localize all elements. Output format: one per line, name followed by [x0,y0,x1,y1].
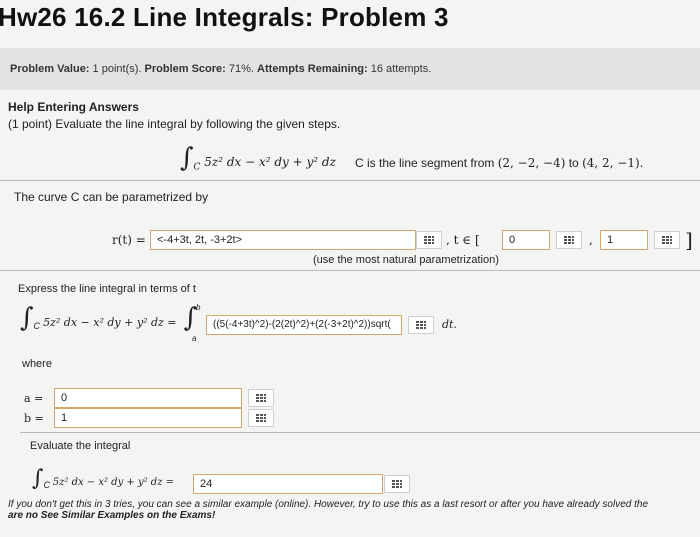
evaluate-integrand: 5z² dx − x² dy + y² dz = [52,477,175,488]
divider [20,432,700,433]
problem-score: 71%. [228,63,254,75]
equation-editor-button[interactable] [384,475,410,493]
integral-subscript: C [33,321,41,332]
curve-label: The curve C can be parametrized by [14,190,209,204]
grid-icon [564,236,574,244]
t-start-input[interactable]: 0 [502,230,550,250]
equation-editor-button[interactable] [248,389,274,407]
r-label: r(t) = [112,233,146,247]
equation-editor-button[interactable] [556,231,582,249]
a-input[interactable]: 0 [54,388,242,408]
grid-icon [662,236,672,244]
equation-editor-button[interactable] [248,409,274,427]
equation-editor-button[interactable] [408,316,434,334]
evaluate-integral: ∫C 5z² dx − x² dy + y² dz = [32,466,175,491]
equation-editor-button[interactable] [654,231,680,249]
t-domain-label: , t ∈ [ [446,233,480,247]
problem-integral: ∫C 5z² dx − x² dy + y² dz [180,145,336,172]
problem-info-bar: Problem Value: 1 point(s). Problem Score… [0,48,700,90]
a-label: a = [24,392,44,405]
express-integrand: 5z² dx − x² dy + y² dz = [43,316,177,329]
problem-score-label: Problem Score: [144,63,226,75]
integral-subscript: C [193,162,201,173]
footnote-line-1: If you don't get this in 3 tries, you ca… [8,499,648,510]
lower-limit: a [192,334,197,343]
integral-sign-icon: ∫ [180,143,194,173]
express-integral: ∫C 5z² dx − x² dy + y² dz = ∫ [20,305,197,331]
b-input[interactable]: 1 [54,408,242,428]
integrand-input[interactable]: ((5(-4+3t)^2)-(2(2t)^2)+(2(-3+2t)^2))sqr… [206,315,402,335]
b-label: b = [24,412,44,425]
grid-icon [392,480,402,488]
r-input[interactable]: <-4+3t, 2t, -3+2t> [150,230,416,250]
upper-limit: b [196,303,201,312]
problem-prompt: (1 point) Evaluate the line integral by … [8,117,341,131]
integral-sign-icon: ∫ [20,303,34,333]
segment-prefix: C is the line segment from [355,156,495,170]
segment-description: C is the line segment from (2, −2, −4) t… [355,156,643,170]
grid-icon [256,414,266,422]
page-title: Hw26 16.2 Line Integrals: Problem 3 [0,2,449,32]
help-entering-answers-link[interactable]: Help Entering Answers [8,100,139,114]
attempts-remaining: 16 attempts. [370,63,432,75]
grid-icon [424,236,434,244]
grid-icon [416,321,426,329]
footnote-line-2: are no See Similar Examples on the Exams… [8,510,648,521]
parametrization-hint: (use the most natural parametrization) [313,254,499,266]
integral-subscript: C [43,480,50,490]
segment-mid: to [568,156,579,170]
segment-from: (2, −2, −4) [497,156,566,170]
t-comma: , [589,233,593,247]
divider [0,270,700,271]
problem-value: 1 point(s). [92,63,142,75]
final-answer-input[interactable]: 24 [193,474,383,494]
where-label: where [22,358,52,370]
grid-icon [256,394,266,402]
dt-label: dt. [442,318,457,331]
t-end-input[interactable]: 1 [600,230,648,250]
problem-info-text: Problem Value: 1 point(s). Problem Score… [10,63,431,75]
evaluate-label: Evaluate the integral [30,440,131,452]
footnote: If you don't get this in 3 tries, you ca… [8,499,648,521]
t-close-bracket: ] [685,228,693,252]
integrand: 5z² dx − x² dy + y² dz [204,155,336,169]
problem-value-label: Problem Value: [10,63,90,75]
equation-editor-button[interactable] [416,231,442,249]
integral-sign-icon: ∫ [32,466,44,491]
divider [0,180,700,181]
segment-to: (4, 2, −1). [582,156,644,170]
attempts-label: Attempts Remaining: [257,63,368,75]
footnote-bold: are no See Similar Examples on the Exams… [8,510,216,521]
express-label: Express the line integral in terms of t [18,283,196,295]
